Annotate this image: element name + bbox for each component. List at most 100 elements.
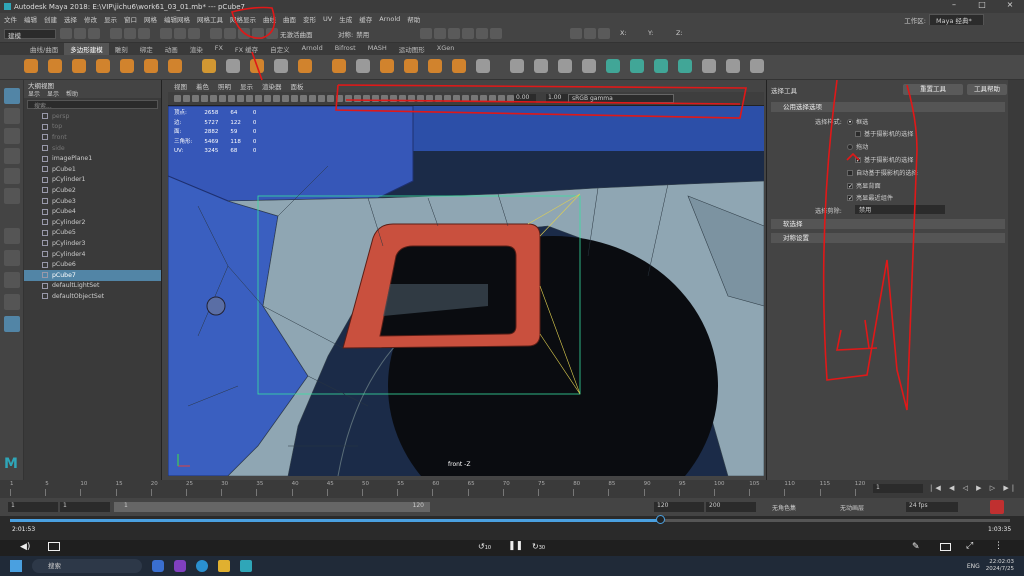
pip-icon[interactable]	[940, 543, 951, 551]
scale-tool-icon[interactable]	[4, 188, 20, 204]
viewport-tool-icon[interactable]	[462, 95, 469, 102]
viewport-tool-icon[interactable]	[183, 95, 190, 102]
outliner-item[interactable]: pCube2	[24, 185, 161, 196]
shelf-tool-icon[interactable]	[702, 59, 716, 73]
menu-item[interactable]: 编辑网格	[164, 14, 190, 24]
outliner-item[interactable]: side	[24, 143, 161, 154]
menu-item[interactable]: 网格显示	[230, 14, 256, 24]
viewport-tool-icon[interactable]	[318, 95, 325, 102]
viewport-tool-icon[interactable]	[453, 95, 460, 102]
shelf-tool-icon[interactable]	[582, 59, 596, 73]
shelf-tool-icon[interactable]	[250, 59, 264, 73]
forward-icon[interactable]: ↻30	[532, 542, 545, 551]
status-line-icon[interactable]	[476, 28, 488, 39]
viewport-tool-icon[interactable]	[264, 95, 271, 102]
shelf-tab[interactable]: Bifrost	[329, 43, 362, 55]
outliner-item[interactable]: front	[24, 132, 161, 143]
viewport-tool-icon[interactable]	[480, 95, 487, 102]
menu-item[interactable]: 文件	[4, 14, 17, 24]
anim-layer[interactable]: 无动画层	[840, 503, 864, 512]
status-line-icon[interactable]	[124, 28, 136, 39]
fps-dropdown[interactable]: 24 fps	[906, 502, 958, 512]
menu-item[interactable]: 缓存	[359, 14, 372, 24]
status-line-icon[interactable]	[584, 28, 596, 39]
live-surface-label[interactable]: 无激活曲面	[280, 29, 313, 39]
shelf-tool-icon[interactable]	[202, 59, 216, 73]
viewport-tool-icon[interactable]	[444, 95, 451, 102]
viewport-tool-icon[interactable]	[498, 95, 505, 102]
menu-item[interactable]: 显示	[104, 14, 117, 24]
status-line-icon[interactable]	[138, 28, 150, 39]
shelf-tool-icon[interactable]	[558, 59, 572, 73]
menu-item[interactable]: 选择	[64, 14, 77, 24]
menu-item[interactable]: 帮助	[407, 14, 420, 24]
taskbar-clock[interactable]: 22:02:03 2024/7/25	[986, 559, 1014, 573]
status-line-icon[interactable]	[238, 28, 250, 39]
outliner-item[interactable]: pCylinder4	[24, 249, 161, 260]
input-lang[interactable]: ENG	[967, 563, 980, 570]
menu-item[interactable]: 窗口	[124, 14, 137, 24]
viewport-tool-icon[interactable]	[345, 95, 352, 102]
status-line-icon[interactable]	[266, 28, 278, 39]
layout-side-icon[interactable]	[4, 272, 20, 288]
menu-item[interactable]: UV	[323, 15, 332, 23]
layout-single-icon[interactable]	[4, 228, 20, 244]
folder-icon[interactable]	[218, 560, 230, 572]
viewport-tool-icon[interactable]	[417, 95, 424, 102]
shelf-tab[interactable]: 运动图形	[393, 43, 431, 55]
viewport-menu-item[interactable]: 着色	[196, 81, 209, 91]
status-line-icon[interactable]	[490, 28, 502, 39]
shelf-tool-icon[interactable]	[356, 59, 370, 73]
select-tool-icon[interactable]	[4, 88, 20, 104]
shelf-tool-icon[interactable]	[510, 59, 524, 73]
outliner-item[interactable]: persp	[24, 111, 161, 122]
shelf-tab[interactable]: 曲线/曲面	[24, 43, 64, 55]
anim-end-field[interactable]: 200	[706, 502, 756, 512]
status-line-icon[interactable]	[570, 28, 582, 39]
symmetry-value[interactable]: 禁用	[356, 29, 369, 39]
rewind-icon[interactable]: ↺10	[478, 542, 491, 551]
status-line-icon[interactable]	[598, 28, 610, 39]
menu-item[interactable]: 网格	[144, 14, 157, 24]
viewport-tool-icon[interactable]	[426, 95, 433, 102]
taskbar-search-input[interactable]: 搜索	[32, 559, 142, 573]
shelf-tool-icon[interactable]	[476, 59, 490, 73]
status-line-icon[interactable]	[74, 28, 86, 39]
edge-icon[interactable]	[152, 560, 164, 572]
menu-item[interactable]: 生成	[339, 14, 352, 24]
shelf-tab[interactable]: 渲染	[184, 43, 209, 55]
viewport-tool-icon[interactable]	[336, 95, 343, 102]
shelf-tab[interactable]: 动画	[159, 43, 184, 55]
viewport-tool-icon[interactable]	[255, 95, 262, 102]
outliner-item[interactable]: top	[24, 122, 161, 133]
viewport-tool-icon[interactable]	[273, 95, 280, 102]
status-line-icon[interactable]	[210, 28, 222, 39]
shelf-tool-icon[interactable]	[226, 59, 240, 73]
shelf-tool-icon[interactable]	[428, 59, 442, 73]
pause-icon[interactable]: ❚❚	[508, 541, 523, 551]
viewport-tool-icon[interactable]	[471, 95, 478, 102]
maya-taskbar-icon[interactable]	[240, 560, 252, 572]
windows-start-icon[interactable]	[10, 560, 22, 572]
shelf-tool-icon[interactable]	[630, 59, 644, 73]
viewport-tool-icon[interactable]	[210, 95, 217, 102]
viewport-tool-icon[interactable]	[300, 95, 307, 102]
shelf-tool-icon[interactable]	[654, 59, 668, 73]
viewport-tool-icon[interactable]	[201, 95, 208, 102]
close-button[interactable]: ×	[996, 0, 1024, 13]
shelf-tab[interactable]: Arnold	[296, 43, 329, 55]
range-inner-start-field[interactable]: 1	[60, 502, 110, 512]
menu-item[interactable]: 编辑	[24, 14, 37, 24]
outliner-item[interactable]: defaultObjectSet	[24, 291, 161, 302]
viewport-tool-icon[interactable]	[372, 95, 379, 102]
outliner-search-input[interactable]: 搜索...	[27, 100, 158, 110]
outliner-item[interactable]: pCube7	[24, 269, 161, 281]
shelf-tool-icon[interactable]	[168, 59, 182, 73]
outliner-item[interactable]: pCube5	[24, 228, 161, 239]
menu-item[interactable]: 创建	[44, 14, 57, 24]
maximize-button[interactable]: □	[968, 0, 996, 13]
status-line-icon[interactable]	[420, 28, 432, 39]
shelf-tool-icon[interactable]	[452, 59, 466, 73]
more-icon[interactable]: ⋮	[994, 541, 1003, 551]
viewport-tool-icon[interactable]	[354, 95, 361, 102]
